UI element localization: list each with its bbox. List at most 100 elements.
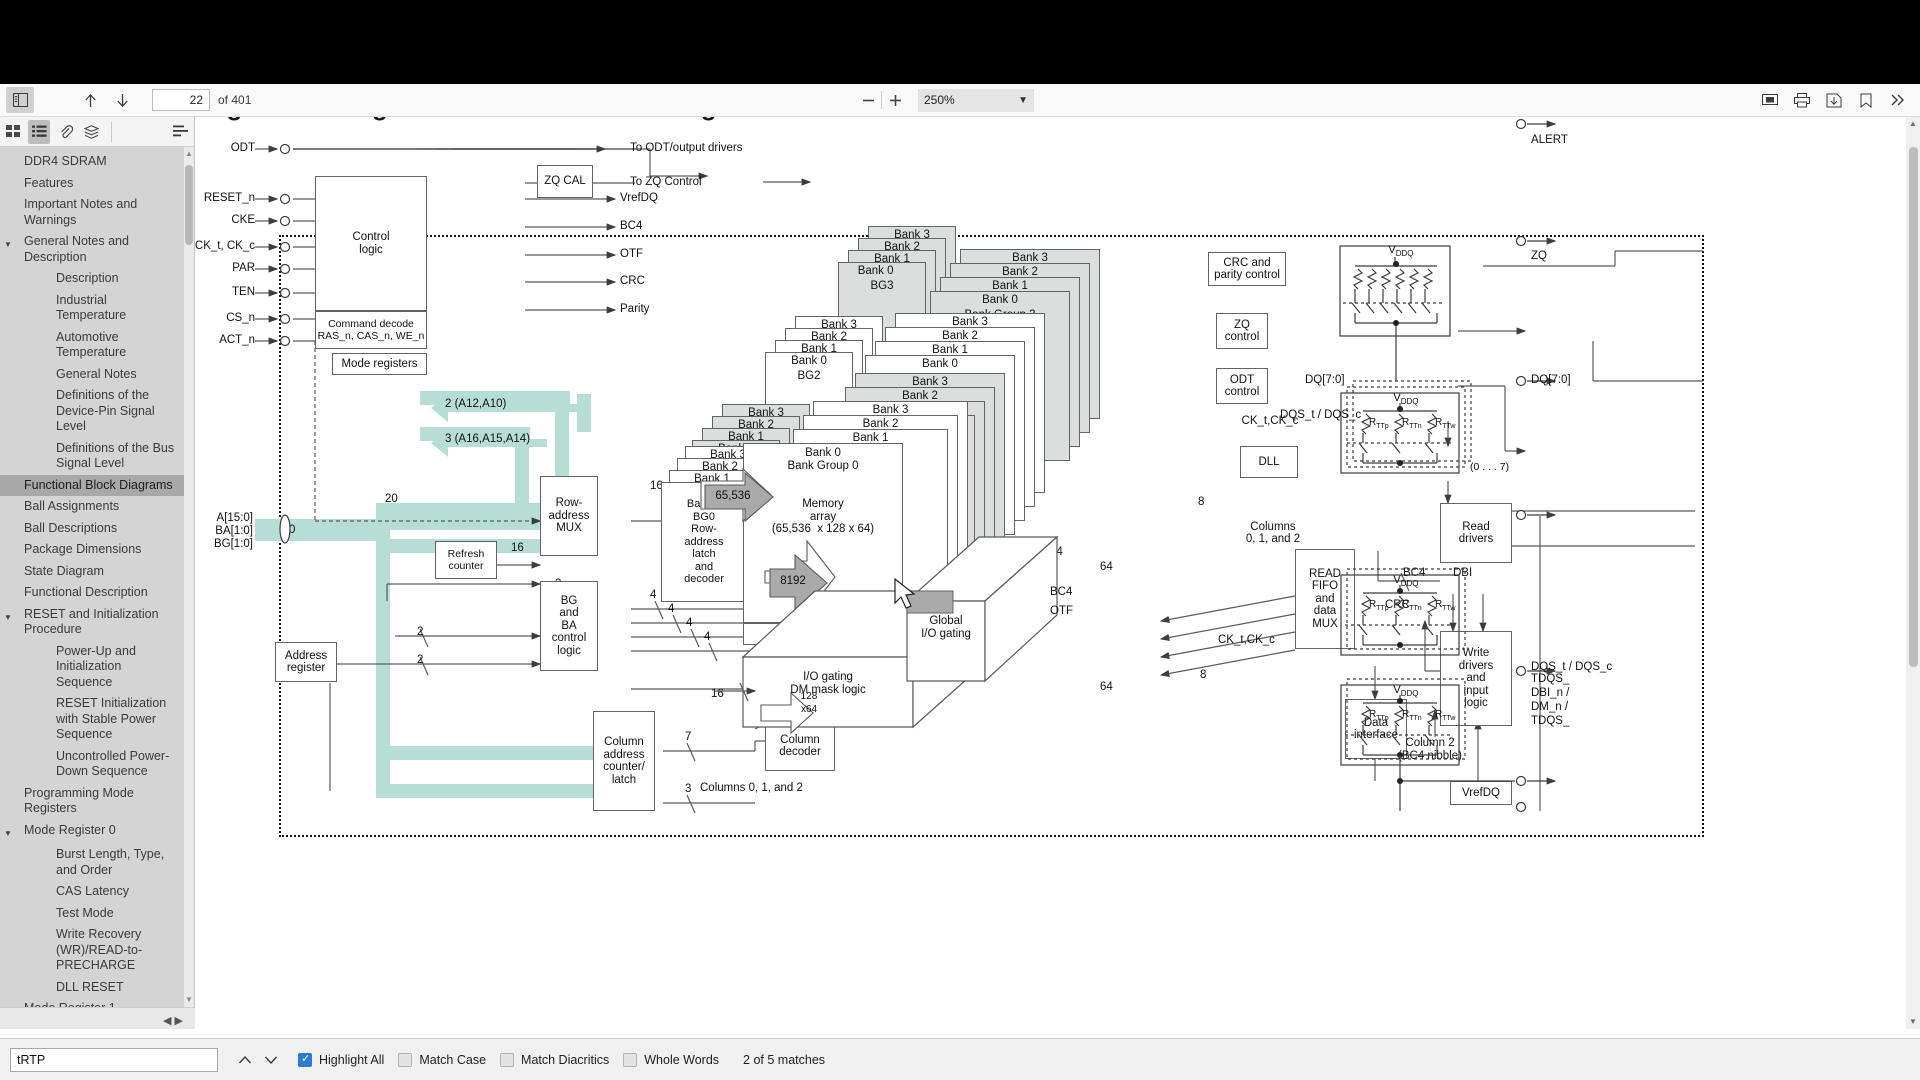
- sidebar-tab-document-outline[interactable]: [28, 119, 51, 144]
- more-tools-icon[interactable]: [1884, 87, 1912, 113]
- vertical-scrollbar[interactable]: ▲ ▼: [1906, 117, 1920, 1029]
- presentation-mode-icon[interactable]: [1756, 87, 1784, 113]
- pdf-page-viewer[interactable]: Figure 3: 1 Gig x 8 Functional Block Dia…: [195, 117, 1920, 1029]
- outline-item-label: Power-Up and Initialization Sequence: [56, 643, 136, 689]
- label-rttw-dm: RTTw: [1435, 709, 1455, 726]
- outline-item-label: General Notes: [56, 366, 137, 381]
- outline-item[interactable]: Functional Block Diagrams: [0, 474, 184, 496]
- sidebar: DDR4 SDRAM Features Important Notes and Wa…: [0, 117, 195, 1029]
- match-diacritics-checkbox-box[interactable]: [500, 1052, 515, 1067]
- outline-item[interactable]: CAS Latency: [0, 881, 184, 903]
- chevron-down-icon[interactable]: ▼: [0, 823, 16, 842]
- outline-item[interactable]: Ball Descriptions: [0, 518, 184, 540]
- outline-item[interactable]: ▼ Mode Register 0: [0, 820, 184, 845]
- sidebar-tab-thumbnails[interactable]: [2, 120, 24, 144]
- label-rttp-dqs: RTTp: [1369, 599, 1389, 616]
- zoom-out-button[interactable]: [855, 88, 881, 112]
- page-number-input[interactable]: [152, 89, 210, 111]
- scroll-up-arrow-icon[interactable]: ▲: [1906, 117, 1920, 131]
- outline-item[interactable]: Burst Length, Type, and Order: [0, 844, 184, 881]
- zoom-level-select[interactable]: 250% ▼: [918, 88, 1034, 112]
- outline-item[interactable]: Power-Up and Initialization Sequence: [0, 641, 184, 694]
- bookmark-icon[interactable]: [1852, 87, 1880, 113]
- document-outline-list[interactable]: DDR4 SDRAM Features Important Notes and Wa…: [0, 147, 184, 1007]
- block-read-fifo-data-mux: READ FIFO and data MUX: [1295, 549, 1355, 649]
- outline-item[interactable]: DLL RESET: [0, 977, 184, 999]
- find-next-button[interactable]: [258, 1047, 284, 1073]
- outline-item[interactable]: Description: [0, 268, 184, 290]
- sidebar-toggle-icon[interactable]: [6, 87, 34, 113]
- outline-options-icon[interactable]: [170, 120, 192, 144]
- rsub-9: TTw: [1442, 715, 1456, 722]
- outline-item[interactable]: Definitions of the Bus Signal Level: [0, 438, 184, 475]
- highlight-all-checkbox[interactable]: Highlight All: [298, 1052, 384, 1067]
- page-total-label: of 401: [218, 93, 252, 107]
- outline-item[interactable]: Package Dimensions: [0, 539, 184, 561]
- outline-item[interactable]: Programming Mode Registers: [0, 783, 184, 820]
- chevron-down-icon[interactable]: ▼: [0, 234, 16, 253]
- outline-item[interactable]: Definitions of the Device-Pin Signal Lev…: [0, 385, 184, 438]
- pdf-toolbar: of 401 250% ▼: [0, 84, 1920, 117]
- rsub-6: TTw: [1442, 605, 1456, 612]
- block-memory-array-bg0: Bank 0 Bank Group 0 Memory array (65,536…: [743, 443, 903, 623]
- scroll-down-arrow-icon[interactable]: ▼: [1906, 1015, 1920, 1029]
- bus-label-128x64: 128 x64: [800, 691, 818, 715]
- outline-twisty-spacer: [0, 197, 16, 200]
- outline-item[interactable]: Test Mode: [0, 903, 184, 925]
- whole-words-label: Whole Words: [644, 1052, 720, 1067]
- pin-label-dm-n: DM_n /: [1531, 701, 1569, 713]
- outline-item[interactable]: Ball Assignments: [0, 496, 184, 518]
- outline-item[interactable]: Functional Description: [0, 582, 184, 604]
- scroll-down-arrow-icon[interactable]: ▼: [185, 993, 193, 1007]
- label-rttn-dm: RTTn: [1402, 709, 1422, 726]
- bus-width-20: 20: [282, 524, 296, 536]
- sidebar-scroll-thumb[interactable]: [185, 165, 193, 245]
- save-icon[interactable]: [1820, 87, 1848, 113]
- outline-item[interactable]: ▼ RESET and Initialization Procedure: [0, 604, 184, 641]
- outline-item[interactable]: RESET Initialization with Stable Power S…: [0, 693, 184, 746]
- outline-item[interactable]: Write Recovery (WR)/READ-to-PRECHARGE: [0, 924, 184, 977]
- zoom-level-value: 250%: [924, 93, 955, 107]
- match-case-checkbox[interactable]: Match Case: [398, 1052, 486, 1067]
- output-label-vrefdq: VrefDQ: [620, 192, 658, 204]
- match-case-checkbox-box[interactable]: [398, 1052, 413, 1067]
- bus-label-2d: 2: [417, 654, 424, 666]
- outline-item[interactable]: Automotive Temperature: [0, 327, 184, 364]
- outline-item[interactable]: Industrial Temperature: [0, 290, 184, 327]
- find-input[interactable]: [10, 1047, 218, 1072]
- vertical-scroll-thumb[interactable]: [1909, 147, 1918, 667]
- outline-item[interactable]: General Notes: [0, 364, 184, 386]
- print-icon[interactable]: [1788, 87, 1816, 113]
- pin-label-tdqs-b: TDQS_: [1531, 715, 1570, 727]
- rsub-7: TTp: [1376, 715, 1389, 722]
- highlight-all-checkbox-box[interactable]: [298, 1052, 312, 1067]
- match-diacritics-checkbox[interactable]: Match Diacritics: [500, 1052, 609, 1067]
- zoom-in-button[interactable]: [882, 88, 908, 112]
- label-to-zq-control: To ZQ Control: [630, 176, 702, 188]
- sidebar-tab-layers[interactable]: [81, 120, 103, 144]
- find-previous-button[interactable]: [232, 1047, 258, 1073]
- whole-words-checkbox[interactable]: Whole Words: [623, 1052, 720, 1067]
- sidebar-scrollbar[interactable]: ▲ ▼: [184, 147, 194, 1007]
- next-page-button[interactable]: [108, 87, 136, 113]
- outline-item[interactable]: DDR4 SDRAM: [0, 151, 184, 173]
- chevron-down-icon[interactable]: ▼: [0, 607, 16, 626]
- outline-twisty-spacer: [0, 696, 16, 699]
- scroll-up-arrow-icon[interactable]: ▲: [185, 147, 193, 161]
- signal-label-cke: CKE: [231, 214, 255, 226]
- sidebar-tab-attachments[interactable]: [54, 120, 76, 144]
- outline-twisty-spacer: [0, 542, 16, 545]
- outline-item[interactable]: Features: [0, 173, 184, 195]
- label-rttw-dqs: RTTw: [1435, 599, 1455, 616]
- sidebar-resize-handle[interactable]: ◀ ▶: [163, 1014, 183, 1027]
- block-odt-control: ODT control: [1216, 368, 1268, 404]
- previous-page-button[interactable]: [76, 87, 104, 113]
- outline-item[interactable]: State Diagram: [0, 561, 184, 583]
- outline-item[interactable]: Important Notes and Warnings: [0, 194, 184, 231]
- outline-item[interactable]: ▼Mode Register 1: [0, 998, 184, 1007]
- vddq-sub: DDQ: [1395, 248, 1414, 258]
- outline-item[interactable]: ▼ General Notes and Description: [0, 231, 184, 268]
- bus-label-64-b: 64: [1050, 546, 1063, 558]
- outline-item[interactable]: Uncontrolled Power-Down Sequence: [0, 746, 184, 783]
- whole-words-checkbox-box[interactable]: [623, 1052, 638, 1067]
